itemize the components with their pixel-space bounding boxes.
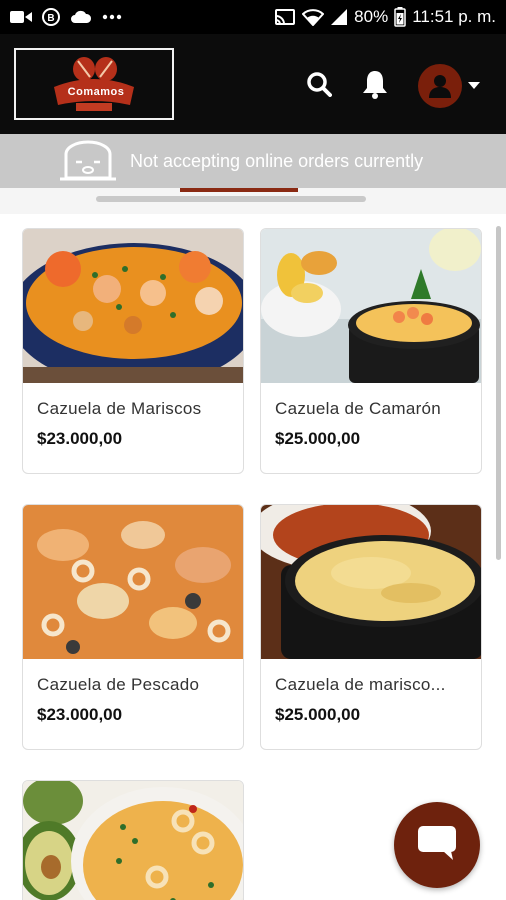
page-scrollbar[interactable] [496,226,501,560]
logo-graphic [54,57,134,111]
b-badge-icon: B [42,8,60,26]
logo-text: Comamos [67,86,125,98]
cloud-icon [70,10,92,24]
logo[interactable]: Comamos [14,48,174,120]
header-actions [306,64,480,108]
closed-store-icon [60,140,116,187]
product-card[interactable]: Cazuela de marisco... $25.000,00 [260,504,482,750]
product-price: $25.000,00 [275,705,361,724]
product-image [23,229,243,383]
product-price: $23.000,00 [37,429,123,448]
bell-icon[interactable] [362,69,388,104]
status-right: 80% 11:51 p. m. [274,7,496,27]
category-tabs[interactable] [0,188,506,214]
product-card[interactable] [22,780,244,900]
orders-status-banner: Not accepting online orders currently [0,134,506,188]
account-menu[interactable] [418,64,480,108]
product-image [261,505,481,659]
status-bar: B 80% 11:51 p. m. [0,0,506,34]
product-card[interactable]: Cazuela de Camarón $25.000,00 [260,228,482,474]
svg-text:B: B [47,13,54,24]
product-name: Cazuela de Mariscos [37,399,202,418]
chat-icon [417,825,457,866]
banner-text: Not accepting online orders currently [130,151,424,171]
product-name: Cazuela de marisco... [275,675,446,694]
product-image [23,505,243,659]
user-icon [429,75,451,98]
battery-percent: 80% [354,7,389,26]
cast-icon [274,8,296,26]
app-header: Comamos [0,34,506,134]
wifi-icon [302,8,325,26]
signal-icon [330,8,348,26]
video-icon [10,10,32,24]
search-icon[interactable] [306,71,332,102]
status-left: B [10,8,122,26]
product-price: $23.000,00 [37,705,123,724]
tab-scrollbar[interactable] [96,196,366,202]
more-icon [102,14,122,20]
chat-button[interactable] [394,802,480,888]
product-image [23,781,243,900]
avatar[interactable] [418,64,462,108]
product-image [261,229,481,383]
product-price: $25.000,00 [275,429,361,448]
product-name: Cazuela de Camarón [275,399,442,418]
clock: 11:51 p. m. [412,7,496,26]
product-card[interactable]: Cazuela de Mariscos $23.000,00 [22,228,244,474]
caret-down-icon[interactable] [468,77,480,95]
product-card[interactable]: Cazuela de Pescado $23.000,00 [22,504,244,750]
product-name: Cazuela de Pescado [37,675,200,694]
battery-icon [394,7,406,27]
active-tab-indicator [180,188,298,192]
